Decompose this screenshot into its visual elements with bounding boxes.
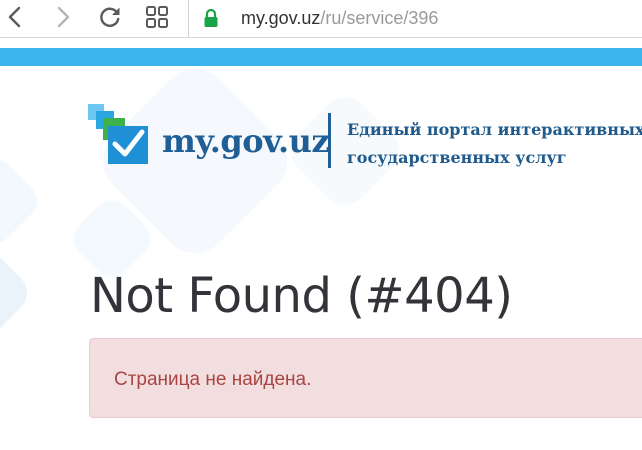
logo-icon: [88, 104, 148, 164]
back-button[interactable]: [2, 4, 28, 30]
logo-divider: [328, 113, 331, 168]
back-arrow-icon: [8, 6, 21, 28]
reload-icon: [100, 7, 120, 27]
lock-icon: [204, 8, 218, 27]
apps-grid-icon: [146, 6, 168, 28]
logo-subtitle: Единый портал интерактивных государствен…: [347, 116, 642, 172]
logo-wordmark[interactable]: my.gov.uz: [162, 122, 330, 160]
error-alert: Страница не найдена.: [89, 338, 642, 418]
header-accent-bar: [0, 48, 642, 66]
logo-subtitle-line2: государственных услуг: [347, 148, 567, 167]
apps-button[interactable]: [144, 4, 170, 30]
error-message: Страница не найдена.: [114, 369, 312, 390]
page-title: Not Found (#404): [90, 268, 513, 324]
url-text[interactable]: my.gov.uz/ru/service/396: [241, 6, 438, 30]
browser-toolbar: my.gov.uz/ru/service/396: [0, 0, 642, 38]
address-bar[interactable]: my.gov.uz/ru/service/396: [188, 0, 642, 37]
url-path: /ru/service/396: [320, 8, 439, 28]
url-host: my.gov.uz: [241, 8, 321, 28]
logo-subtitle-line1: Единый портал интерактивных: [347, 120, 642, 139]
reload-button[interactable]: [97, 4, 123, 30]
forward-arrow-icon: [57, 6, 70, 28]
forward-button[interactable]: [50, 4, 76, 30]
